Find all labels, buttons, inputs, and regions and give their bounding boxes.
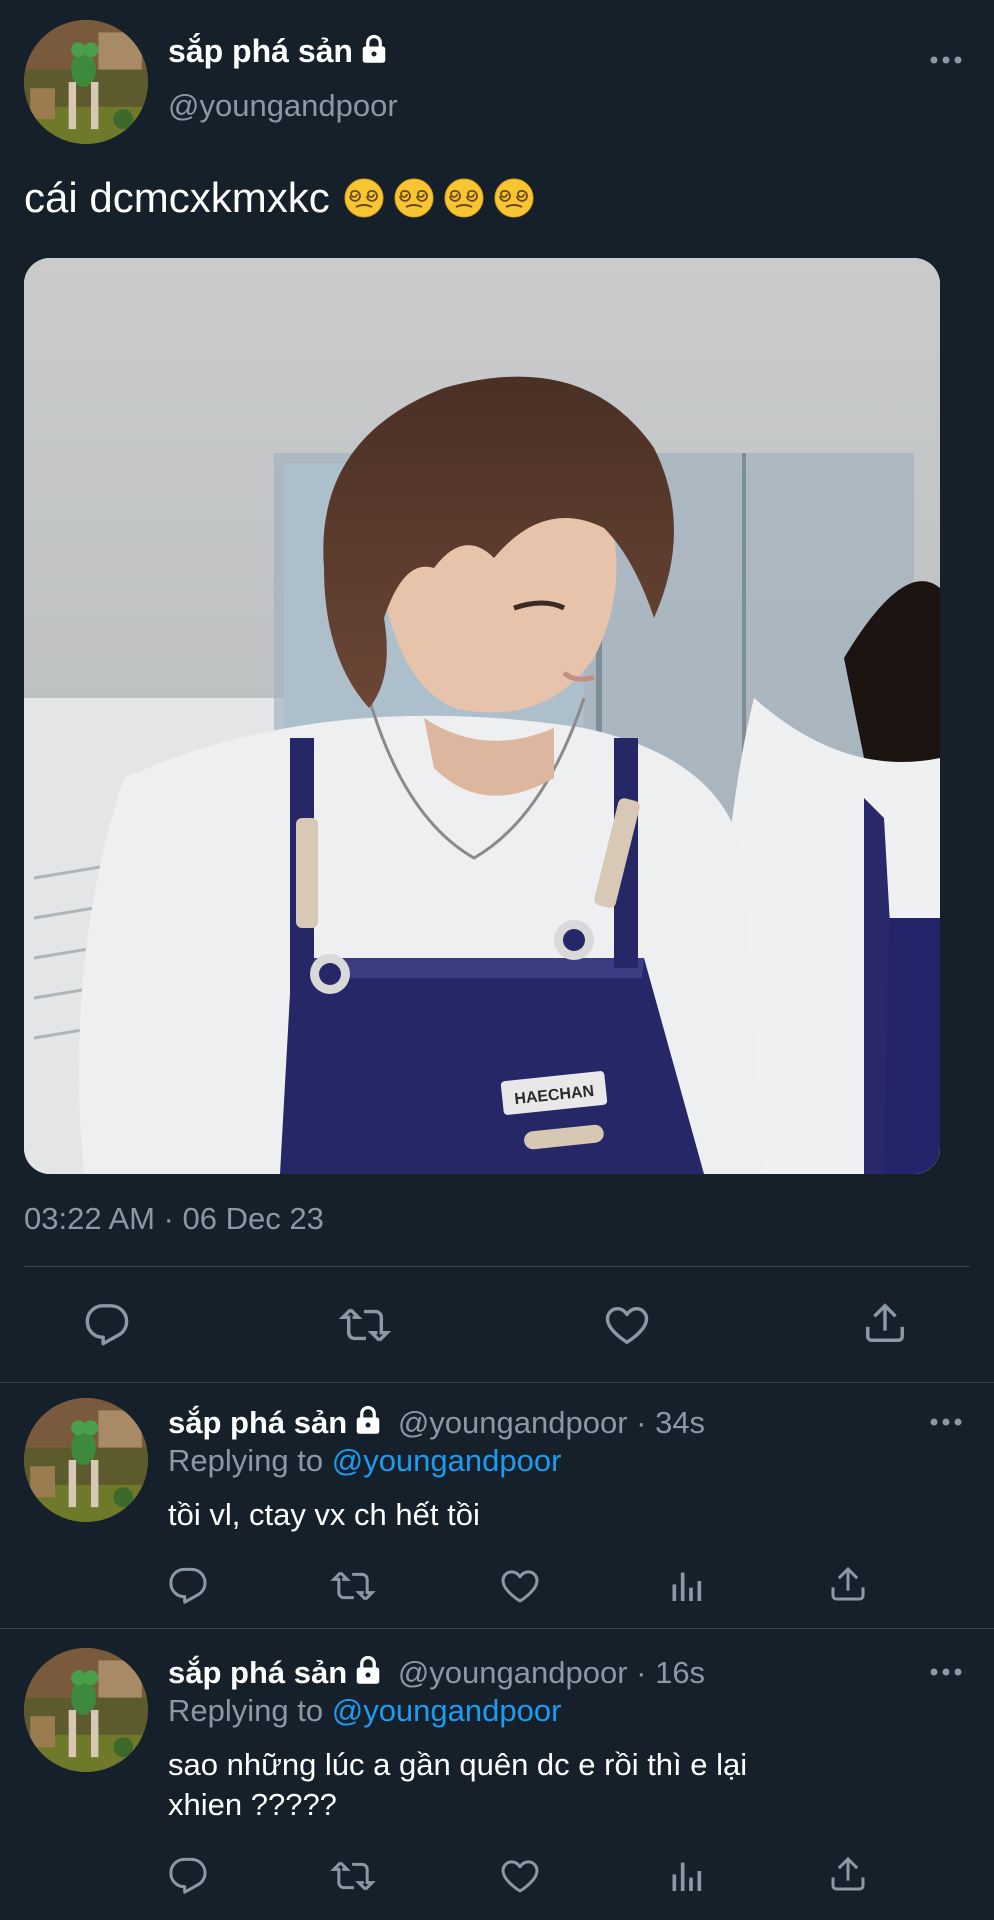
share-button[interactable] (862, 1300, 908, 1346)
handle[interactable]: @youngandpoor (398, 1655, 628, 1690)
lock-icon (359, 34, 389, 64)
retweet-button[interactable] (338, 1302, 392, 1348)
spiral-eyes-emoji-icon (344, 178, 384, 218)
more-options-icon[interactable] (926, 1404, 966, 1434)
replying-to-link[interactable]: @youngandpoor (332, 1443, 562, 1478)
replying-to: Replying to @youngandpoor (168, 1442, 561, 1480)
reply-text: tồi vl, ctay vx ch hết tồi (168, 1497, 480, 1532)
analytics-icon (666, 1856, 706, 1896)
like-button[interactable] (500, 1566, 540, 1606)
reply-icon (168, 1856, 208, 1896)
like-button[interactable] (500, 1856, 540, 1896)
replying-to-label: Replying to (168, 1443, 324, 1478)
share-button[interactable] (828, 1854, 868, 1894)
divider (0, 1382, 994, 1383)
like-icon (500, 1856, 540, 1896)
main-avatar[interactable] (24, 20, 148, 144)
retweet-icon (338, 1302, 392, 1348)
main-handle[interactable]: @youngandpoor (168, 88, 398, 124)
spiral-eyes-emoji-icon (444, 178, 484, 218)
reply-time: · 16s (636, 1655, 706, 1690)
retweet-button[interactable] (330, 1856, 376, 1896)
tweet-text-content: cái dcmcxkmxkc (24, 174, 330, 221)
reply-button[interactable] (168, 1566, 208, 1606)
handle[interactable]: @youngandpoor (398, 1405, 628, 1440)
replying-to-label: Replying to (168, 1693, 324, 1728)
like-icon (500, 1566, 540, 1606)
reply-avatar[interactable] (24, 1648, 148, 1772)
tweet-timestamp[interactable]: 03:22 AM · 06 Dec 23 (24, 1200, 324, 1238)
divider (24, 1266, 970, 1267)
reply-avatar[interactable] (24, 1398, 148, 1522)
main-display-name-row[interactable]: sắp phá sản (168, 32, 389, 70)
retweet-button[interactable] (330, 1566, 376, 1606)
divider (0, 1628, 994, 1629)
analytics-icon (666, 1566, 706, 1606)
reply-button[interactable] (84, 1302, 130, 1348)
share-button[interactable] (828, 1564, 868, 1604)
reply-icon (84, 1302, 130, 1348)
replying-to-link[interactable]: @youngandpoor (332, 1693, 562, 1728)
lock-icon (353, 1655, 383, 1685)
replying-to: Replying to @youngandpoor (168, 1692, 561, 1730)
analytics-button[interactable] (666, 1566, 706, 1606)
more-options-icon[interactable] (926, 1654, 966, 1684)
lock-icon (353, 1405, 383, 1435)
tweet-text: cái dcmcxkmxkc (24, 172, 534, 224)
reply-button[interactable] (168, 1856, 208, 1896)
display-name[interactable]: sắp phá sản (168, 33, 353, 69)
tweet-photo[interactable]: HAECHAN (24, 258, 940, 1174)
avatar-image (24, 1648, 148, 1772)
display-name[interactable]: sắp phá sản (168, 1405, 347, 1440)
reply-text-line-2: xhien ????? (168, 1787, 337, 1822)
like-button[interactable] (604, 1302, 650, 1348)
spiral-eyes-emoji-icon (494, 178, 534, 218)
share-icon (828, 1854, 868, 1894)
avatar-image (24, 20, 148, 144)
reply-text-line-1: sao những lúc a gần quên dc e rồi thì e … (168, 1747, 748, 1782)
retweet-icon (330, 1856, 376, 1896)
share-icon (828, 1564, 868, 1604)
share-icon (862, 1300, 908, 1346)
reply-time: · 34s (636, 1405, 706, 1440)
spiral-eyes-emoji-icon (394, 178, 434, 218)
more-options-icon[interactable] (926, 42, 966, 72)
retweet-icon (330, 1566, 376, 1606)
avatar-image (24, 1398, 148, 1522)
analytics-button[interactable] (666, 1856, 706, 1896)
reply-header: sắp phá sản @youngandpoor · 34s (168, 1404, 705, 1442)
display-name[interactable]: sắp phá sản (168, 1655, 347, 1690)
like-icon (604, 1302, 650, 1348)
reply-icon (168, 1566, 208, 1606)
photo-illustration: HAECHAN (24, 258, 940, 1174)
reply-header: sắp phá sản @youngandpoor · 16s (168, 1654, 705, 1692)
